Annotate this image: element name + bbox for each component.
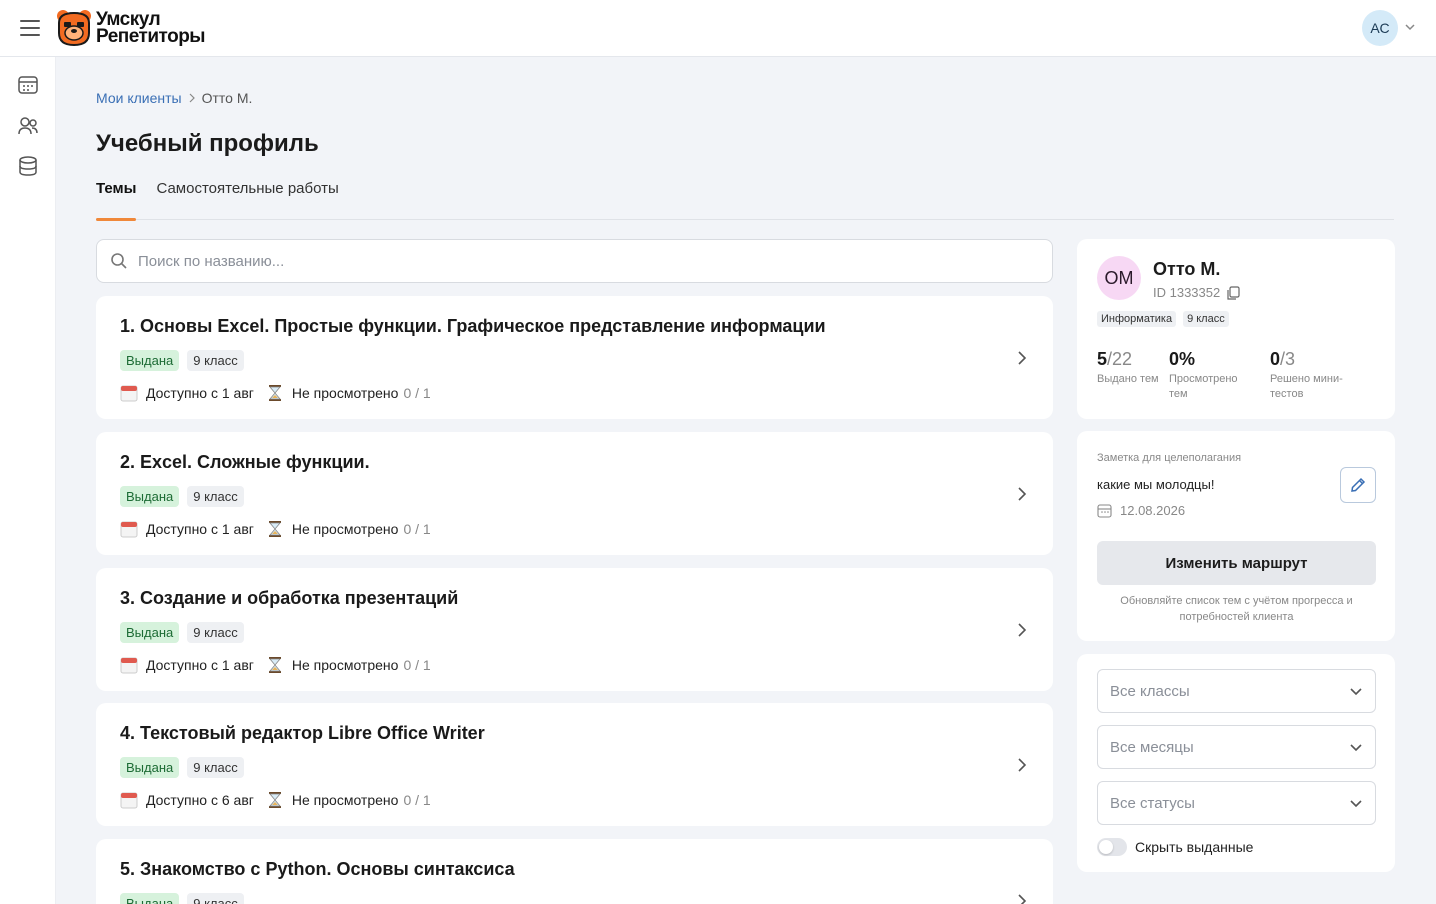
chevron-right-icon[interactable]: [1017, 757, 1027, 773]
route-hint: Обновляйте список тем с учётом прогресса…: [1120, 595, 1353, 623]
status-badge: Выдана: [120, 893, 180, 904]
view-count: 0 / 1: [403, 385, 431, 401]
logo[interactable]: Умскул Репетиторы: [56, 9, 206, 47]
calendar-icon: [120, 385, 138, 402]
note-label: Заметка для целеполагания: [1097, 452, 1242, 464]
topic-card[interactable]: 2. Excel. Сложные функции. Выдана 9 клас…: [96, 432, 1053, 555]
view-status: Не просмотрено: [291, 657, 399, 673]
grade-filter-select[interactable]: Все классы: [1097, 669, 1376, 713]
calendar-icon[interactable]: [17, 74, 39, 96]
topic-title: 1. Основы Excel. Простые функции. Графич…: [120, 316, 826, 336]
bear-logo-icon: [57, 10, 91, 47]
hourglass-icon: [268, 521, 281, 537]
view-status: Не просмотрено: [291, 385, 399, 401]
search-box: [96, 239, 1053, 283]
topic-card[interactable]: 5. Знакомство с Python. Основы синтаксис…: [96, 839, 1053, 904]
topic-card[interactable]: 4. Текстовый редактор Libre Office Write…: [96, 703, 1053, 826]
month-filter-select[interactable]: Все месяцы: [1097, 725, 1376, 769]
topic-card[interactable]: 1. Основы Excel. Простые функции. Графич…: [96, 296, 1053, 419]
grade-badge: 9 класс: [187, 486, 244, 507]
change-route-button[interactable]: Изменить маршрут: [1097, 541, 1376, 585]
topic-title: 4. Текстовый редактор Libre Office Write…: [120, 723, 485, 743]
status-badge: Выдана: [120, 350, 180, 371]
grade-badge: 9 класс: [187, 893, 244, 904]
status-badge: Выдана: [120, 622, 180, 643]
chevron-down-icon: [1350, 744, 1362, 752]
chevron-right-icon[interactable]: [1017, 486, 1027, 502]
chevron-right-icon: [189, 93, 195, 103]
users-icon[interactable]: [17, 115, 39, 137]
status-filter-select[interactable]: Все статусы: [1097, 781, 1376, 825]
topic-title: 3. Создание и обработка презентаций: [120, 588, 459, 608]
hourglass-icon: [268, 385, 281, 401]
hide-issued-toggle-row[interactable]: Скрыть выданные: [1097, 838, 1253, 856]
available-date: Доступно с 1 авг: [146, 521, 254, 537]
status-badge: Выдана: [120, 486, 180, 507]
database-icon[interactable]: [17, 155, 39, 177]
client-id: ID 1333352: [1153, 285, 1221, 300]
logo-line-2: Репетиторы: [96, 26, 206, 47]
search-icon: [111, 253, 127, 269]
view-count: 0 / 1: [403, 792, 431, 808]
client-avatar: ОМ: [1097, 256, 1141, 300]
available-date: Доступно с 1 авг: [146, 385, 254, 401]
topic-card[interactable]: 3. Создание и обработка презентаций Выда…: [96, 568, 1053, 691]
chevron-down-icon: [1350, 800, 1362, 808]
menu-icon[interactable]: [20, 20, 40, 36]
view-status: Не просмотрено: [291, 792, 399, 808]
edit-note-button[interactable]: [1340, 467, 1376, 503]
stat-tests: 0/3 Решено мини-тестов: [1270, 349, 1343, 400]
calendar-icon: [120, 521, 138, 538]
grade-badge: 9 класс: [187, 622, 244, 643]
user-avatar[interactable]: АС: [1362, 10, 1398, 46]
topic-title: 2. Excel. Сложные функции.: [120, 452, 370, 472]
pencil-icon: [1351, 477, 1366, 492]
chevron-down-icon: [1350, 688, 1362, 696]
hourglass-icon: [268, 792, 281, 808]
grade-tag: 9 класс: [1183, 311, 1229, 327]
chevron-down-icon[interactable]: [1404, 21, 1416, 33]
breadcrumb-parent-link[interactable]: Мои клиенты: [96, 90, 182, 106]
breadcrumb-current: Отто М.: [201, 90, 253, 106]
view-status: Не просмотрено: [291, 521, 399, 537]
breadcrumb: Мои клиенты Отто М.: [96, 90, 252, 106]
calendar-icon: [120, 657, 138, 674]
calendar-icon: [1097, 504, 1112, 518]
tab-topics[interactable]: Темы: [96, 180, 137, 221]
client-name: Отто М.: [1153, 259, 1221, 279]
available-date: Доступно с 6 авг: [146, 792, 254, 808]
grade-badge: 9 класс: [187, 350, 244, 371]
chevron-right-icon[interactable]: [1017, 622, 1027, 638]
filters-card: Все классы Все месяцы Все статусы Скрыть…: [1077, 654, 1395, 872]
view-count: 0 / 1: [403, 657, 431, 673]
hide-issued-toggle[interactable]: [1097, 838, 1127, 856]
note-card: Заметка для целеполагания какие мы молод…: [1077, 431, 1395, 641]
sidebar: [0, 57, 56, 904]
page-title: Учебный профиль: [96, 130, 319, 157]
subject-tag: Информатика: [1097, 311, 1177, 327]
chevron-right-icon[interactable]: [1017, 893, 1027, 904]
top-bar: Умскул Репетиторы АС: [0, 0, 1436, 57]
profile-card: ОМ Отто М. ID 1333352 Информатика 9 клас…: [1077, 239, 1395, 419]
calendar-icon: [120, 792, 138, 809]
hourglass-icon: [268, 657, 281, 673]
note-text: какие мы молодцы!: [1097, 477, 1215, 492]
status-badge: Выдана: [120, 757, 180, 778]
note-date: 12.08.2026: [1120, 503, 1186, 518]
stat-viewed: 0% Просмотрено тем: [1169, 349, 1238, 400]
copy-icon[interactable]: [1226, 285, 1240, 300]
topic-title: 5. Знакомство с Python. Основы синтаксис…: [120, 859, 515, 879]
chevron-right-icon[interactable]: [1017, 350, 1027, 366]
tabs: Темы Самостоятельные работы: [96, 180, 1394, 221]
tab-independent-works[interactable]: Самостоятельные работы: [156, 180, 338, 220]
search-input[interactable]: [138, 252, 1018, 270]
available-date: Доступно с 1 авг: [146, 657, 254, 673]
grade-badge: 9 класс: [187, 757, 244, 778]
view-count: 0 / 1: [403, 521, 431, 537]
hide-issued-label: Скрыть выданные: [1135, 839, 1254, 855]
